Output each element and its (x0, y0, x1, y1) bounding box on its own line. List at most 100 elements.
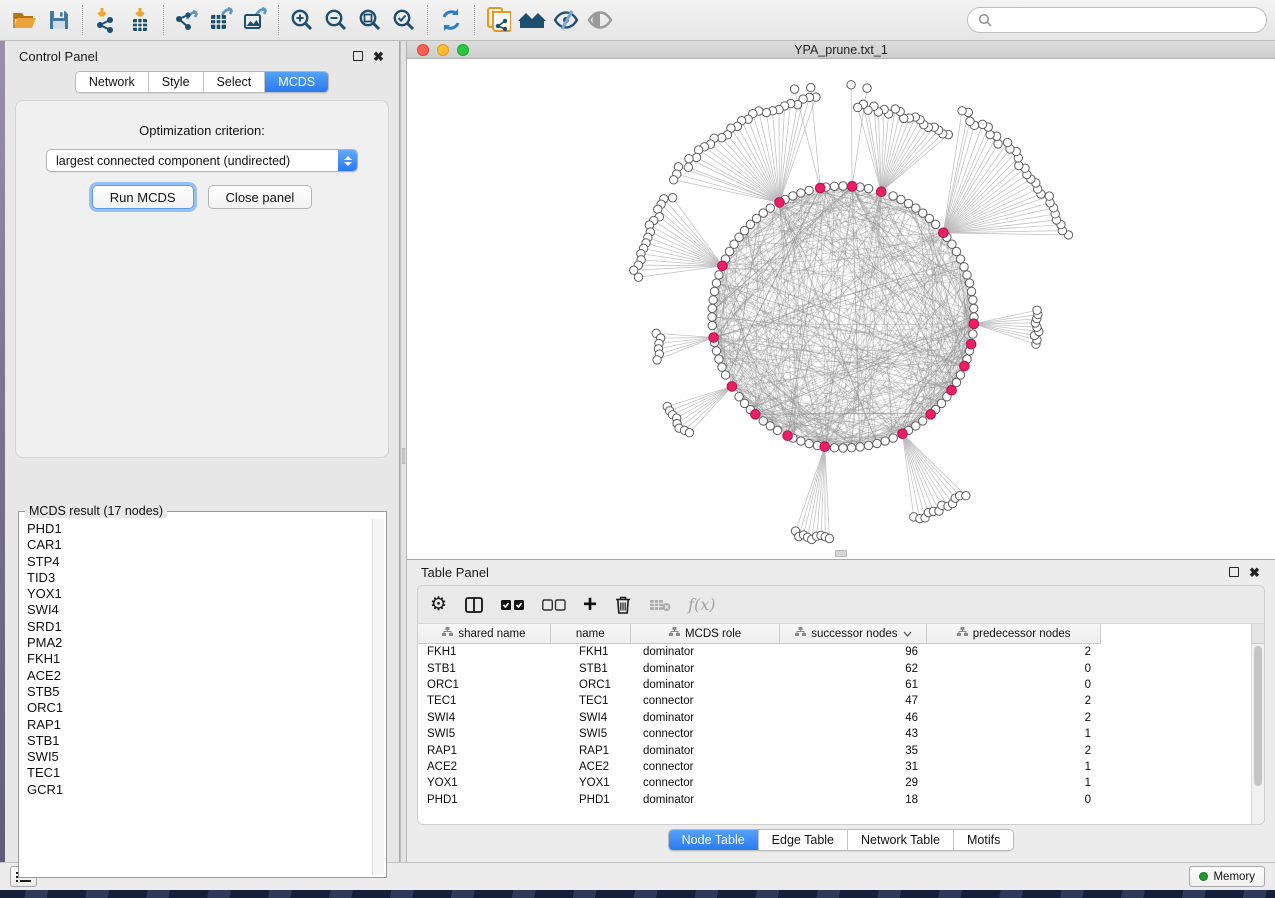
table-scrollbar-thumb[interactable] (1254, 646, 1262, 786)
network-node[interactable] (715, 271, 723, 279)
network-node[interactable] (960, 263, 968, 271)
tab-network[interactable]: Network (76, 72, 149, 92)
horizontal-splitter-grip[interactable] (835, 550, 847, 557)
network-node[interactable] (897, 195, 905, 203)
network-node[interactable] (712, 347, 720, 355)
mcds-hub-node[interactable] (960, 361, 970, 371)
mcds-node-item[interactable]: STP4 (27, 554, 372, 570)
network-node[interactable] (856, 443, 864, 451)
network-leaf-node[interactable] (863, 84, 871, 92)
table-tab-node-table[interactable]: Node Table (669, 830, 759, 850)
network-node[interactable] (873, 439, 881, 447)
unselect-all-icon[interactable] (542, 593, 566, 617)
column-header-name[interactable]: name (551, 624, 631, 643)
network-node[interactable] (967, 287, 975, 295)
mcds-node-item[interactable]: PMA2 (27, 635, 372, 651)
network-node[interactable] (963, 271, 971, 279)
mcds-hub-node[interactable] (709, 333, 719, 343)
mcds-list-scrollbar[interactable] (372, 519, 384, 875)
table-row[interactable]: SWI4SWI4dominator462 (418, 710, 1264, 726)
column-header-MCDS-role[interactable]: MCDS role (631, 624, 781, 643)
network-leaf-node[interactable] (668, 194, 676, 202)
float-table-panel-icon[interactable] (1229, 567, 1239, 577)
table-row[interactable]: ORC1ORC1dominator610 (418, 677, 1264, 693)
network-node[interactable] (718, 363, 726, 371)
network-leaf-node[interactable] (853, 103, 861, 111)
network-canvas[interactable] (407, 59, 1275, 559)
column-header-successor-nodes[interactable]: successor nodes (780, 624, 927, 643)
network-node[interactable] (830, 182, 838, 190)
mcds-node-item[interactable]: PHD1 (27, 521, 372, 537)
save-icon[interactable] (42, 4, 76, 36)
mcds-node-item[interactable]: RAP1 (27, 717, 372, 733)
table-row[interactable]: YOX1YOX1connector291 (418, 775, 1264, 791)
zoom-out-icon[interactable] (319, 4, 353, 36)
network-node[interactable] (789, 192, 797, 200)
network-node[interactable] (797, 437, 805, 445)
mcds-node-item[interactable]: STB5 (27, 684, 372, 700)
network-node[interactable] (864, 441, 872, 449)
mcds-node-item[interactable]: ORC1 (27, 700, 372, 716)
select-all-icon[interactable] (501, 593, 525, 617)
network-leaf-node[interactable] (762, 108, 770, 116)
refresh-icon[interactable] (434, 4, 468, 36)
tab-select[interactable]: Select (204, 72, 266, 92)
network-leaf-node[interactable] (685, 155, 693, 163)
network-leaf-node[interactable] (847, 81, 855, 89)
optimization-criterion-select[interactable]: largest connected component (undirected) (46, 149, 358, 172)
mcds-hub-node[interactable] (718, 261, 728, 271)
mcds-hub-node[interactable] (783, 431, 793, 441)
network-node[interactable] (919, 417, 927, 425)
hide-detail-icon[interactable] (549, 4, 583, 36)
network-node[interactable] (710, 287, 718, 295)
network-leaf-node[interactable] (790, 85, 798, 93)
network-node[interactable] (889, 192, 897, 200)
network-leaf-node[interactable] (966, 117, 974, 125)
table-row[interactable]: ACE2ACE2connector311 (418, 759, 1264, 775)
network-leaf-node[interactable] (994, 140, 1002, 148)
delete-rows-icon[interactable] (614, 593, 632, 617)
network-node[interactable] (708, 304, 716, 312)
mcds-hub-node[interactable] (751, 410, 761, 420)
mcds-result-list[interactable]: PHD1CAR1STP4TID3YOX1SWI4SRD1PMA2FKH1ACE2… (21, 519, 372, 875)
network-leaf-node[interactable] (685, 429, 693, 437)
mcds-hub-node[interactable] (775, 198, 785, 208)
search-input[interactable] (998, 13, 1256, 27)
network-node[interactable] (969, 296, 977, 304)
network-node[interactable] (708, 313, 716, 321)
network-leaf-node[interactable] (1045, 192, 1053, 200)
mcds-hub-node[interactable] (898, 429, 908, 439)
mcds-hub-node[interactable] (877, 187, 887, 197)
mcds-hub-node[interactable] (727, 382, 737, 392)
table-tab-motifs[interactable]: Motifs (954, 830, 1013, 850)
mcds-hub-node[interactable] (820, 442, 830, 452)
network-node[interactable] (904, 199, 912, 207)
network-leaf-node[interactable] (962, 492, 970, 500)
network-node[interactable] (881, 437, 889, 445)
network-node[interactable] (805, 186, 813, 194)
table-row[interactable]: STB1STB1dominator620 (418, 660, 1264, 676)
network-node[interactable] (956, 371, 964, 379)
settings-gear-icon[interactable]: ⚙ (430, 593, 447, 617)
network-node[interactable] (712, 279, 720, 287)
network-node[interactable] (805, 439, 813, 447)
network-node[interactable] (847, 444, 855, 452)
network-leaf-node[interactable] (807, 83, 815, 91)
mcds-hub-node[interactable] (847, 182, 857, 192)
network-leaf-node[interactable] (825, 534, 833, 542)
column-header-predecessor-nodes[interactable]: predecessor nodes (927, 624, 1100, 643)
tab-style[interactable]: Style (149, 72, 204, 92)
network-node[interactable] (797, 189, 805, 197)
panel-splitter[interactable] (400, 41, 407, 862)
export-table-icon[interactable] (204, 4, 238, 36)
network-leaf-node[interactable] (669, 176, 677, 184)
show-detail-icon[interactable] (583, 4, 617, 36)
close-panel-icon[interactable]: ✖ (372, 50, 385, 63)
table-tab-network-table[interactable]: Network Table (848, 830, 954, 850)
network-node[interactable] (708, 321, 716, 329)
splitter-grip[interactable] (402, 448, 405, 464)
mcds-hub-node[interactable] (939, 228, 949, 238)
network-leaf-node[interactable] (634, 273, 642, 281)
import-table-icon[interactable] (123, 4, 157, 36)
network-node[interactable] (965, 279, 973, 287)
